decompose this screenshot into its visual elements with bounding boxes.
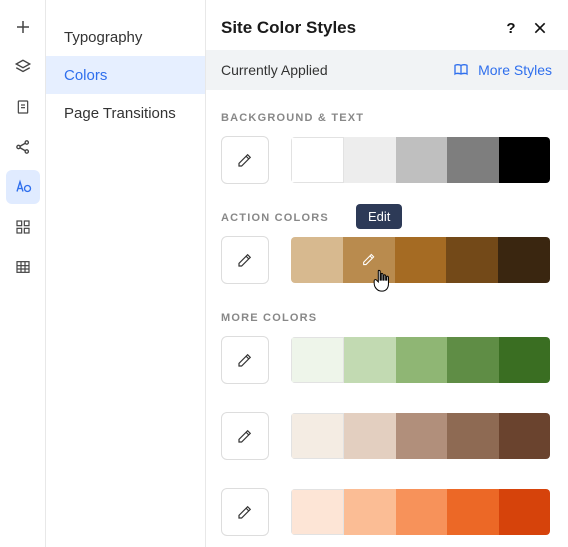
panel-body: BACKGROUND & TEXT ACTION COLORS Edit — [206, 90, 568, 547]
swatch[interactable] — [396, 413, 447, 459]
swatch[interactable] — [291, 337, 344, 383]
swatch[interactable] — [291, 237, 343, 283]
section-label-background-text: BACKGROUND & TEXT — [221, 112, 550, 124]
palette-row-background-text — [221, 136, 550, 184]
sidebar-item-label: Colors — [64, 67, 107, 84]
palette-row-more-3 — [221, 488, 550, 536]
close-icon[interactable] — [532, 20, 548, 36]
swatch[interactable] — [395, 237, 447, 283]
sidebar-item-colors[interactable]: Colors — [46, 56, 205, 94]
swatch[interactable] — [499, 137, 550, 183]
rail-add[interactable] — [6, 10, 40, 44]
palette-row-more-2 — [221, 412, 550, 460]
swatch[interactable] — [344, 337, 395, 383]
book-icon — [452, 62, 470, 78]
swatch[interactable] — [396, 137, 447, 183]
palette-row-action-colors: Edit — [221, 236, 550, 284]
edit-palette-button[interactable] — [221, 336, 269, 384]
swatch-group — [291, 489, 550, 535]
design-icon — [13, 178, 33, 196]
swatch-group — [291, 337, 550, 383]
edit-palette-button[interactable] — [221, 488, 269, 536]
swatch-hovered[interactable] — [343, 237, 395, 283]
swatch[interactable] — [447, 137, 498, 183]
pencil-icon — [236, 251, 254, 269]
swatch[interactable] — [499, 337, 550, 383]
layers-icon — [14, 58, 32, 76]
swatch[interactable] — [499, 413, 550, 459]
edit-palette-button[interactable] — [221, 136, 269, 184]
more-styles-label: More Styles — [478, 62, 552, 78]
rail-share[interactable] — [6, 130, 40, 164]
pencil-icon — [236, 151, 254, 169]
swatch[interactable] — [344, 137, 395, 183]
swatch[interactable] — [396, 337, 447, 383]
rail-layers[interactable] — [6, 50, 40, 84]
pencil-icon — [236, 427, 254, 445]
swatch-group — [291, 237, 550, 283]
grid-icon — [15, 219, 31, 235]
share-icon — [14, 138, 32, 156]
rail-design[interactable] — [6, 170, 40, 204]
swatch[interactable] — [447, 337, 498, 383]
table-icon — [15, 259, 31, 275]
edit-palette-button[interactable] — [221, 412, 269, 460]
sidebar-item-typography[interactable]: Typography — [46, 18, 205, 56]
panel: Site Color Styles ? Currently Applied Mo… — [206, 0, 568, 547]
swatch[interactable] — [499, 489, 550, 535]
swatch[interactable] — [344, 413, 395, 459]
panel-header: Site Color Styles ? — [206, 0, 568, 50]
help-icon[interactable]: ? — [502, 19, 520, 37]
swatch-group — [291, 137, 550, 183]
swatch[interactable] — [344, 489, 395, 535]
currently-applied-label: Currently Applied — [221, 62, 328, 78]
swatch[interactable] — [446, 237, 498, 283]
pencil-icon — [236, 351, 254, 369]
rail-grid[interactable] — [6, 210, 40, 244]
more-styles-button[interactable]: More Styles — [452, 62, 552, 78]
pencil-icon — [236, 503, 254, 521]
tooltip-edit: Edit — [356, 204, 402, 229]
swatch[interactable] — [291, 137, 344, 183]
panel-header-actions: ? — [502, 19, 548, 37]
swatch[interactable] — [396, 489, 447, 535]
edit-palette-button[interactable] — [221, 236, 269, 284]
sidebar-item-label: Typography — [64, 29, 142, 46]
sidebar-item-page-transitions[interactable]: Page Transitions — [46, 94, 205, 132]
currently-applied-bar: Currently Applied More Styles — [206, 50, 568, 90]
rail-page[interactable] — [6, 90, 40, 124]
panel-title: Site Color Styles — [221, 18, 356, 38]
swatch[interactable] — [447, 413, 498, 459]
add-icon — [14, 18, 32, 36]
swatch[interactable] — [447, 489, 498, 535]
swatch-group — [291, 413, 550, 459]
swatch[interactable] — [291, 413, 344, 459]
rail-table[interactable] — [6, 250, 40, 284]
palette-row-more-1 — [221, 336, 550, 384]
page-icon — [15, 98, 31, 116]
left-icon-rail — [0, 0, 46, 547]
swatch[interactable] — [498, 237, 550, 283]
settings-sidebar: Typography Colors Page Transitions — [46, 0, 206, 547]
pencil-icon — [361, 251, 377, 267]
section-label-more-colors: MORE COLORS — [221, 312, 550, 324]
swatch[interactable] — [291, 489, 344, 535]
sidebar-item-label: Page Transitions — [64, 105, 176, 122]
